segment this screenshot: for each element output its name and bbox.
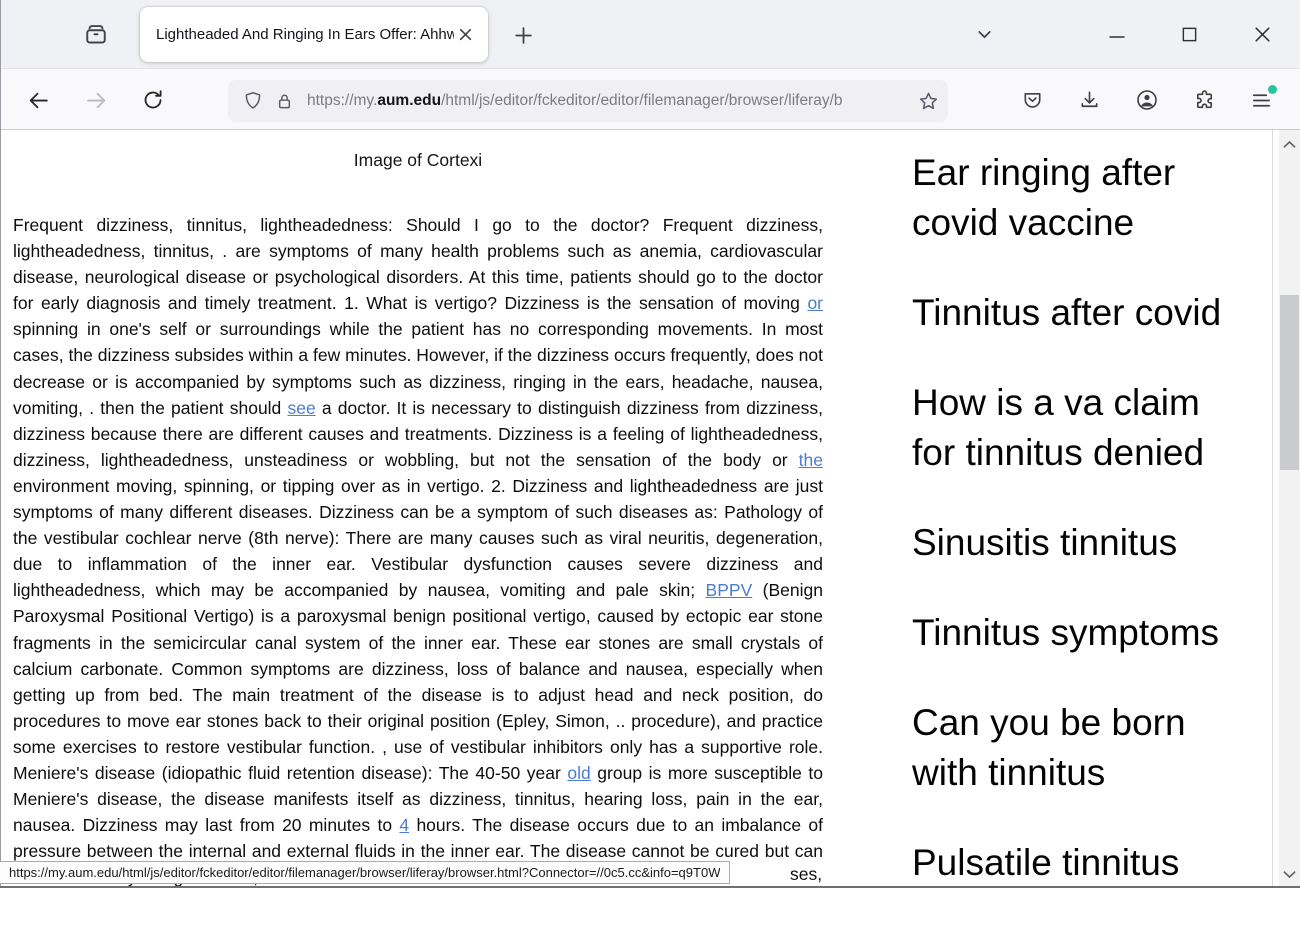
- sidebar-heading-line: How is a va claim: [912, 378, 1264, 428]
- url-bar[interactable]: https://my.aum.edu/html/js/editor/fckedi…: [228, 80, 948, 122]
- downloads-button[interactable]: [1067, 79, 1111, 121]
- window-close-icon: [1253, 25, 1272, 44]
- window-close-button[interactable]: [1239, 13, 1285, 55]
- tab-list-chevron-icon: [974, 24, 995, 45]
- text-run: environment moving, spinning, or tipping…: [13, 476, 823, 600]
- article-text: Frequent dizziness, tinnitus, lightheade…: [13, 212, 823, 890]
- tab-close-button[interactable]: [454, 24, 476, 46]
- forward-icon: [84, 88, 109, 113]
- sidebar-heading-line: Tinnitus symptoms: [912, 608, 1264, 658]
- pocket-icon: [1021, 89, 1044, 112]
- maximize-button[interactable]: [1166, 13, 1212, 55]
- maximize-icon: [1181, 26, 1198, 43]
- bookmark-star-icon: [917, 90, 940, 113]
- reload-button[interactable]: [131, 79, 175, 121]
- pocket-button[interactable]: [1010, 79, 1054, 121]
- sidebar-heading-line: Tinnitus after covid: [912, 288, 1264, 338]
- extensions-button[interactable]: [1182, 79, 1226, 121]
- sidebar-heading[interactable]: Pulsatile tinnitus: [912, 838, 1264, 888]
- download-icon: [1078, 89, 1101, 112]
- inline-link[interactable]: BPPV: [706, 580, 753, 600]
- url-text: https://my.aum.edu/html/js/editor/fckedi…: [307, 92, 917, 110]
- account-button[interactable]: [1125, 79, 1169, 121]
- sidebar-heading[interactable]: Sinusitis tinnitus: [912, 518, 1264, 568]
- update-badge: [1268, 85, 1277, 94]
- extensions-icon: [1193, 89, 1216, 112]
- reload-icon: [141, 88, 165, 112]
- image-alt-caption: Image of Cortexi: [13, 148, 823, 172]
- sidebar-heading-line: Ear ringing after: [912, 148, 1264, 198]
- sidebar-heading[interactable]: Tinnitus symptoms: [912, 608, 1264, 658]
- sidebar-heading-line: Pulsatile tinnitus: [912, 838, 1264, 888]
- bookmark-star-button[interactable]: [917, 90, 940, 113]
- inline-link[interactable]: see: [287, 398, 315, 418]
- firefox-view-button[interactable]: [72, 12, 120, 56]
- tab-list-button[interactable]: [962, 15, 1006, 53]
- back-button[interactable]: [16, 79, 60, 121]
- tracking-protection-shield-icon[interactable]: [242, 90, 264, 112]
- scroll-up-icon: [1283, 140, 1296, 149]
- lock-icon[interactable]: [274, 91, 295, 112]
- scrollbar-up-button[interactable]: [1279, 134, 1300, 154]
- inline-link[interactable]: old: [567, 763, 590, 783]
- sidebar-heading[interactable]: Ear ringing aftercovid vaccine: [912, 148, 1264, 248]
- inline-link[interactable]: or: [807, 293, 823, 313]
- tab-bar: Lightheaded And Ringing In Ears Offer: A…: [0, 0, 1300, 68]
- sidebar-heading-line: Sinusitis tinnitus: [912, 518, 1264, 568]
- url-domain: aum.edu: [377, 92, 441, 109]
- new-tab-icon: [513, 25, 534, 46]
- clipped-text-fragment: ses,: [790, 864, 822, 885]
- sidebar-heading[interactable]: Tinnitus after covid: [912, 288, 1264, 338]
- scrollbar-thumb[interactable]: [1280, 295, 1299, 470]
- sidebar-heading-line: covid vaccine: [912, 198, 1264, 248]
- account-icon: [1135, 88, 1159, 112]
- new-tab-button[interactable]: [503, 16, 543, 54]
- tab-close-icon: [458, 27, 473, 42]
- sidebar-heading-line: for tinnitus denied: [912, 428, 1264, 478]
- minimize-icon: [1108, 25, 1126, 43]
- content-scrollbar-divider: [1272, 130, 1273, 888]
- page-viewport: Image of Cortexi Frequent dizziness, tin…: [0, 130, 1300, 888]
- status-bar: https://my.aum.edu/html/js/editor/fckedi…: [0, 861, 730, 884]
- app-menu-button[interactable]: [1239, 79, 1283, 121]
- firefox-view-icon: [82, 20, 110, 48]
- browser-tab[interactable]: Lightheaded And Ringing In Ears Offer: A…: [140, 7, 488, 62]
- scroll-down-icon: [1283, 870, 1296, 879]
- status-url: https://my.aum.edu/html/js/editor/fckedi…: [9, 865, 720, 880]
- sidebar-heading[interactable]: How is a va claimfor tinnitus denied: [912, 378, 1264, 478]
- minimize-button[interactable]: [1094, 13, 1140, 55]
- back-icon: [26, 88, 51, 113]
- sidebar-heading-line: with tinnitus: [912, 748, 1264, 798]
- article: Image of Cortexi Frequent dizziness, tin…: [13, 148, 823, 890]
- tab-title: Lightheaded And Ringing In Ears Offer: A…: [156, 26, 454, 43]
- scrollbar-track[interactable]: [1279, 130, 1300, 888]
- sidebar-heading[interactable]: Can you be bornwith tinnitus: [912, 698, 1264, 798]
- window-left-edge: [0, 0, 1, 888]
- text-run: Frequent dizziness, tinnitus, lightheade…: [13, 215, 823, 313]
- scrollbar-down-button[interactable]: [1279, 864, 1300, 884]
- inline-link[interactable]: 4: [399, 815, 409, 835]
- forward-button[interactable]: [74, 79, 118, 121]
- sidebar-heading-line: Can you be born: [912, 698, 1264, 748]
- inline-link[interactable]: the: [799, 450, 823, 470]
- text-run: (Benign Paroxysmal Positional Vertigo) i…: [13, 580, 823, 783]
- related-topics-sidebar: Ear ringing aftercovid vaccine Tinnitus a…: [912, 148, 1264, 928]
